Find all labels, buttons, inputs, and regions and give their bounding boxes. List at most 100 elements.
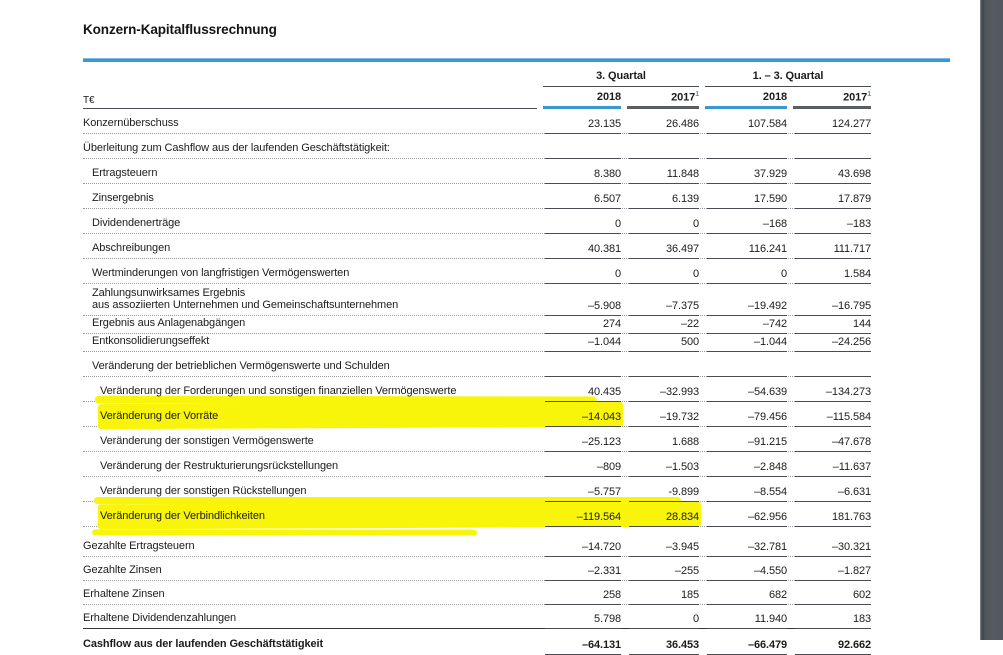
- row-value: –1.044: [699, 334, 787, 352]
- row-value: 1.584: [787, 259, 871, 284]
- year-header: 20171: [793, 87, 871, 109]
- row-value: 111.717: [787, 234, 871, 259]
- table-row: Entkonsolidierungseffekt –1.044 500 –1.044–…: [83, 334, 871, 352]
- row-value: –134.273: [787, 377, 871, 402]
- row-label: Erhaltene Zinsen: [83, 588, 165, 601]
- unit-label: T€: [83, 95, 537, 109]
- table-row: Konzernüberschuss 23.135 26.486 107.584 124.…: [83, 109, 871, 134]
- row-value: –115.584: [787, 402, 871, 427]
- table-row: Erhaltene Dividendenzahlungen 5.798 0 11.94…: [83, 605, 871, 629]
- table-row: Wertminderungen von langfristigen Vermög…: [83, 259, 871, 284]
- row-value: 92.662: [787, 629, 871, 655]
- row-value: –24.256: [787, 334, 871, 352]
- year-header: 2018: [705, 87, 787, 109]
- row-value: 11.848: [621, 159, 699, 184]
- row-value: [787, 352, 871, 377]
- row-value: 6.139: [621, 184, 699, 209]
- row-value: 40.435: [537, 377, 621, 402]
- row-value: 17.590: [699, 184, 787, 209]
- column-group-header: 3. Quartal 1. – 3. Quartal: [83, 68, 871, 87]
- row-value: [621, 352, 699, 377]
- row-value: –54.639: [699, 377, 787, 402]
- row-value: –2.331: [537, 557, 621, 581]
- row-value: –5.908: [537, 284, 621, 316]
- row-value: –1.044: [537, 334, 621, 352]
- row-value: –14.043: [537, 402, 621, 427]
- row-value: 144: [787, 316, 871, 334]
- table-row: Gezahlte Zinsen –2.331 –255 –4.550 –1.827: [83, 557, 871, 581]
- row-value: 0: [699, 259, 787, 284]
- row-label: Ergebnis aus Anlagenabgängen: [92, 317, 246, 330]
- row-value: –19.492: [699, 284, 787, 316]
- row-value: –64.131: [537, 629, 621, 655]
- row-value: [699, 134, 787, 159]
- row-value: –1.827: [787, 557, 871, 581]
- table-row: Veränderung der betrieblichen Vermögensw…: [83, 352, 871, 377]
- row-value: –5.757: [537, 477, 621, 502]
- row-value: –6.631: [787, 477, 871, 502]
- row-label: Veränderung der Restrukturierungsrückste…: [100, 460, 339, 473]
- row-value: 0: [621, 259, 699, 284]
- row-value: [699, 352, 787, 377]
- row-label: Veränderung der sonstigen Vermögenswerte: [100, 435, 314, 448]
- column-group-q1-3: 1. – 3. Quartal: [705, 68, 871, 87]
- table-row: Gezahlte Ertragsteuern –14.720 –3.945 –32.7…: [83, 533, 871, 557]
- row-label: Abschreibungen: [92, 242, 171, 255]
- table-row: Zahlungsunwirksames Ergebnis aus assoziie…: [83, 284, 871, 316]
- row-value: –4.550: [699, 557, 787, 581]
- row-value: 185: [621, 581, 699, 605]
- row-label: Cashflow aus der laufenden Geschäftstäti…: [83, 638, 324, 651]
- row-value: 23.135: [537, 109, 621, 134]
- row-value: –119.564: [537, 502, 621, 527]
- row-value: 5.798: [537, 605, 621, 629]
- year-header: 20171: [627, 87, 699, 109]
- row-value: 181.763: [787, 502, 871, 527]
- row-value: 28.834: [621, 502, 699, 527]
- row-value: –3.945: [621, 533, 699, 557]
- table-row: Veränderung der sonstigen Vermögenswerte…: [83, 427, 871, 452]
- row-value: 682: [699, 581, 787, 605]
- row-value: –183: [787, 209, 871, 234]
- row-value: 274: [537, 316, 621, 334]
- page-title: Konzern-Kapitalflussrechnung: [83, 22, 277, 37]
- row-value: –7.375: [621, 284, 699, 316]
- row-value: –168: [699, 209, 787, 234]
- row-value: 36.497: [621, 234, 699, 259]
- row-value: 0: [621, 209, 699, 234]
- row-value: –742: [699, 316, 787, 334]
- row-value: 500: [621, 334, 699, 352]
- row-value: 6.507: [537, 184, 621, 209]
- row-value: 43.698: [787, 159, 871, 184]
- row-value: [621, 134, 699, 159]
- column-group-spacer: [83, 68, 537, 87]
- table-row: Veränderung der sonstigen Rückstellungen…: [83, 477, 871, 502]
- row-value: –809: [537, 452, 621, 477]
- row-value: 124.277: [787, 109, 871, 134]
- row-label: Zinsergebnis: [92, 192, 154, 205]
- row-label: Wertminderungen von langfristigen Vermög…: [92, 267, 350, 280]
- row-value: –62.956: [699, 502, 787, 527]
- row-value: –32.993: [621, 377, 699, 402]
- column-group-q3: 3. Quartal: [543, 68, 699, 87]
- row-value: 0: [537, 259, 621, 284]
- row-label: Veränderung der sonstigen Rückstellungen: [100, 485, 307, 498]
- table-row: Ergebnis aus Anlagenabgängen 274 –22 –742 14…: [83, 316, 871, 334]
- row-value: 17.879: [787, 184, 871, 209]
- title-accent-rule: [83, 58, 950, 62]
- row-value: 602: [787, 581, 871, 605]
- row-value: –25.123: [537, 427, 621, 452]
- row-value: –30.321: [787, 533, 871, 557]
- row-label: Dividendenerträge: [92, 217, 181, 230]
- row-label: Gezahlte Ertragsteuern: [83, 540, 195, 553]
- row-value: [537, 352, 621, 377]
- table-body: Konzernüberschuss 23.135 26.486 107.584 124.…: [83, 109, 871, 655]
- row-label: Veränderung der Vorräte: [100, 410, 219, 423]
- row-value: –255: [621, 557, 699, 581]
- row-value: 8.380: [537, 159, 621, 184]
- year-header: 2018: [543, 87, 621, 109]
- row-value: 37.929: [699, 159, 787, 184]
- row-label: Entkonsolidierungseffekt: [92, 335, 210, 348]
- row-value: 0: [621, 605, 699, 629]
- table-row: Zinsergebnis 6.507 6.139 17.590 17.879: [83, 184, 871, 209]
- row-value: –14.720: [537, 533, 621, 557]
